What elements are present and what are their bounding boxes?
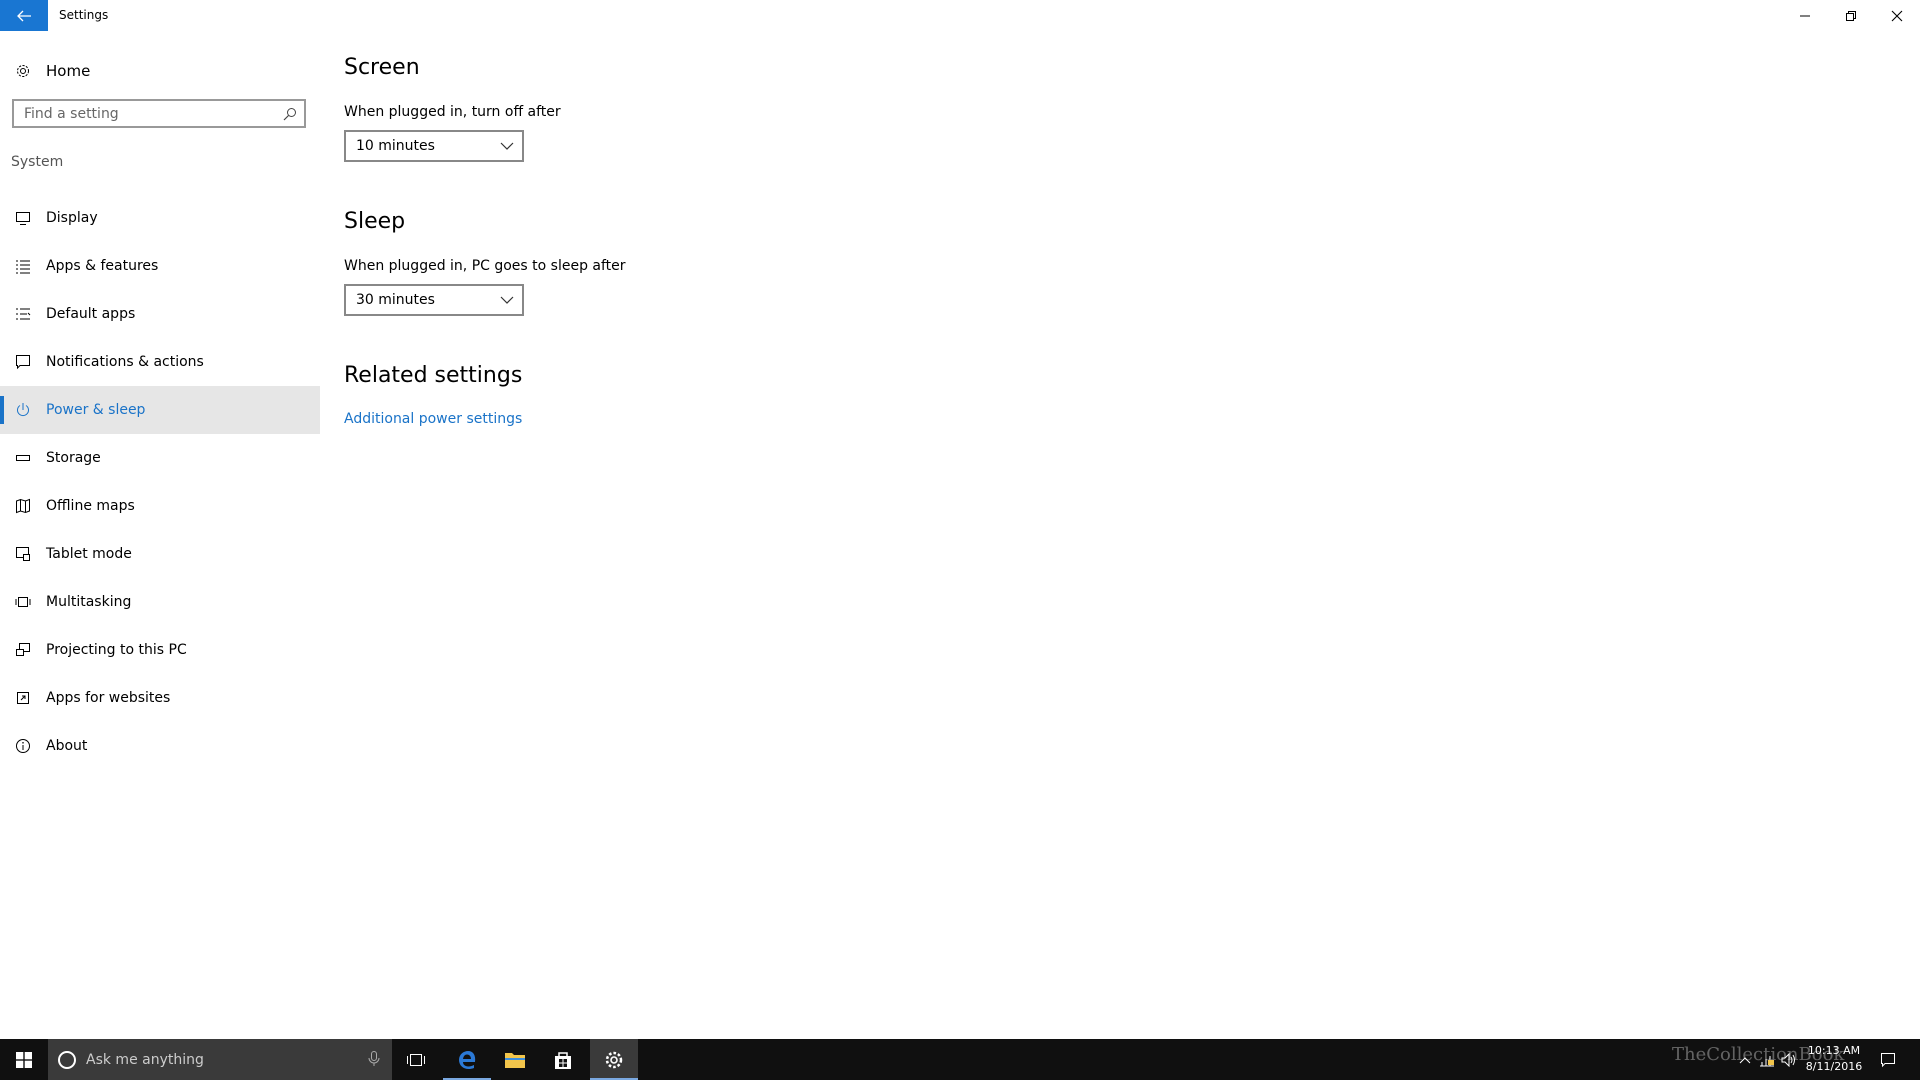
list-icon <box>13 256 33 276</box>
gear-icon <box>605 1051 623 1068</box>
close-icon <box>1891 10 1903 21</box>
sidebar-item-label: Power & sleep <box>46 402 146 418</box>
sidebar-item-projecting[interactable]: Projecting to this PC <box>0 626 320 674</box>
store-icon <box>555 1051 571 1069</box>
storage-icon <box>13 448 33 468</box>
taskbar: Ask me anything 10:13 AM 8/11/2016 <box>0 1039 1920 1080</box>
additional-power-settings-link[interactable]: Additional power settings <box>344 411 522 427</box>
default-apps-icon <box>13 304 33 324</box>
screen-heading: Screen <box>344 55 420 80</box>
sidebar-item-label: Apps & features <box>46 258 159 274</box>
multitasking-icon <box>13 592 33 612</box>
home-link[interactable]: Home <box>12 59 90 83</box>
search-icon[interactable] <box>276 107 304 121</box>
sidebar-item-label: Notifications & actions <box>46 354 204 370</box>
sidebar-item-notifications[interactable]: Notifications & actions <box>0 338 320 386</box>
sidebar-item-label: Multitasking <box>46 594 132 610</box>
search-box[interactable] <box>12 99 306 128</box>
sidebar-item-apps-features[interactable]: Apps & features <box>0 242 320 290</box>
website-apps-icon <box>13 688 33 708</box>
task-view-button[interactable] <box>392 1039 440 1080</box>
windows-logo-icon <box>16 1051 32 1068</box>
settings-taskbar-button[interactable] <box>590 1039 638 1080</box>
edge-icon <box>459 1050 476 1069</box>
sleep-heading: Sleep <box>344 209 406 234</box>
sidebar-item-label: Storage <box>46 450 101 466</box>
sidebar-item-apps-websites[interactable]: Apps for websites <box>0 674 320 722</box>
screen-timeout-dropdown[interactable]: 10 minutes <box>344 130 524 162</box>
sidebar-item-label: Apps for websites <box>46 690 171 706</box>
projecting-icon <box>13 640 33 660</box>
microphone-icon[interactable] <box>368 1051 380 1067</box>
title-bar: Settings <box>0 0 1920 31</box>
sidebar-item-label: Default apps <box>46 306 136 322</box>
close-button[interactable] <box>1874 0 1920 31</box>
start-button[interactable] <box>0 1039 48 1080</box>
maximize-button[interactable] <box>1828 0 1874 31</box>
monitor-icon <box>13 208 33 228</box>
sleep-timeout-dropdown[interactable]: 30 minutes <box>344 284 524 316</box>
sidebar-item-tablet-mode[interactable]: Tablet mode <box>0 530 320 578</box>
home-label: Home <box>46 62 91 80</box>
cortana-icon <box>58 1050 76 1069</box>
folder-icon <box>505 1052 525 1068</box>
watermark-text: TheCollectionBook <box>1672 1044 1845 1065</box>
chevron-down-icon <box>500 142 514 150</box>
minimize-icon <box>1800 15 1810 16</box>
sidebar: Home System Display Apps & features Defa… <box>0 31 320 1039</box>
sidebar-item-about[interactable]: About <box>0 722 320 770</box>
task-view-icon <box>407 1053 425 1066</box>
sidebar-item-label: Display <box>46 210 98 226</box>
related-settings-heading: Related settings <box>344 363 523 388</box>
action-center-icon <box>1881 1052 1895 1067</box>
tablet-icon <box>13 544 33 564</box>
sidebar-item-offline-maps[interactable]: Offline maps <box>0 482 320 530</box>
map-icon <box>13 496 33 516</box>
minimize-button[interactable] <box>1782 0 1828 31</box>
sidebar-item-display[interactable]: Display <box>0 194 320 242</box>
sleep-label: When plugged in, PC goes to sleep after <box>344 258 626 274</box>
back-button[interactable] <box>0 0 48 31</box>
file-explorer-button[interactable] <box>491 1039 539 1080</box>
sidebar-item-label: Offline maps <box>46 498 135 514</box>
search-input[interactable] <box>14 101 276 126</box>
sleep-timeout-value: 30 minutes <box>356 292 435 308</box>
info-icon <box>13 736 33 756</box>
sidebar-item-multitasking[interactable]: Multitasking <box>0 578 320 626</box>
chevron-down-icon <box>500 296 514 304</box>
sidebar-nav: Display Apps & features Default apps Not… <box>0 194 320 770</box>
edge-button[interactable] <box>443 1039 491 1080</box>
sidebar-item-label: Tablet mode <box>46 546 132 562</box>
gear-icon <box>12 63 34 79</box>
cortana-search-text: Ask me anything <box>86 1051 204 1068</box>
action-center-button[interactable] <box>1873 1039 1903 1080</box>
sidebar-item-power-sleep[interactable]: Power & sleep <box>0 386 320 434</box>
window-title: Settings <box>59 8 109 22</box>
group-label-system: System <box>11 154 64 170</box>
store-button[interactable] <box>539 1039 587 1080</box>
cortana-search-box[interactable]: Ask me anything <box>48 1039 392 1080</box>
sidebar-item-storage[interactable]: Storage <box>0 434 320 482</box>
sidebar-item-label: About <box>46 738 88 754</box>
power-icon <box>13 400 33 420</box>
notification-icon <box>13 352 33 372</box>
screen-label: When plugged in, turn off after <box>344 104 561 120</box>
screen-timeout-value: 10 minutes <box>356 138 435 154</box>
sidebar-item-label: Projecting to this PC <box>46 642 187 658</box>
sidebar-item-default-apps[interactable]: Default apps <box>0 290 320 338</box>
restore-icon <box>1846 10 1856 21</box>
back-arrow-icon <box>17 10 31 21</box>
